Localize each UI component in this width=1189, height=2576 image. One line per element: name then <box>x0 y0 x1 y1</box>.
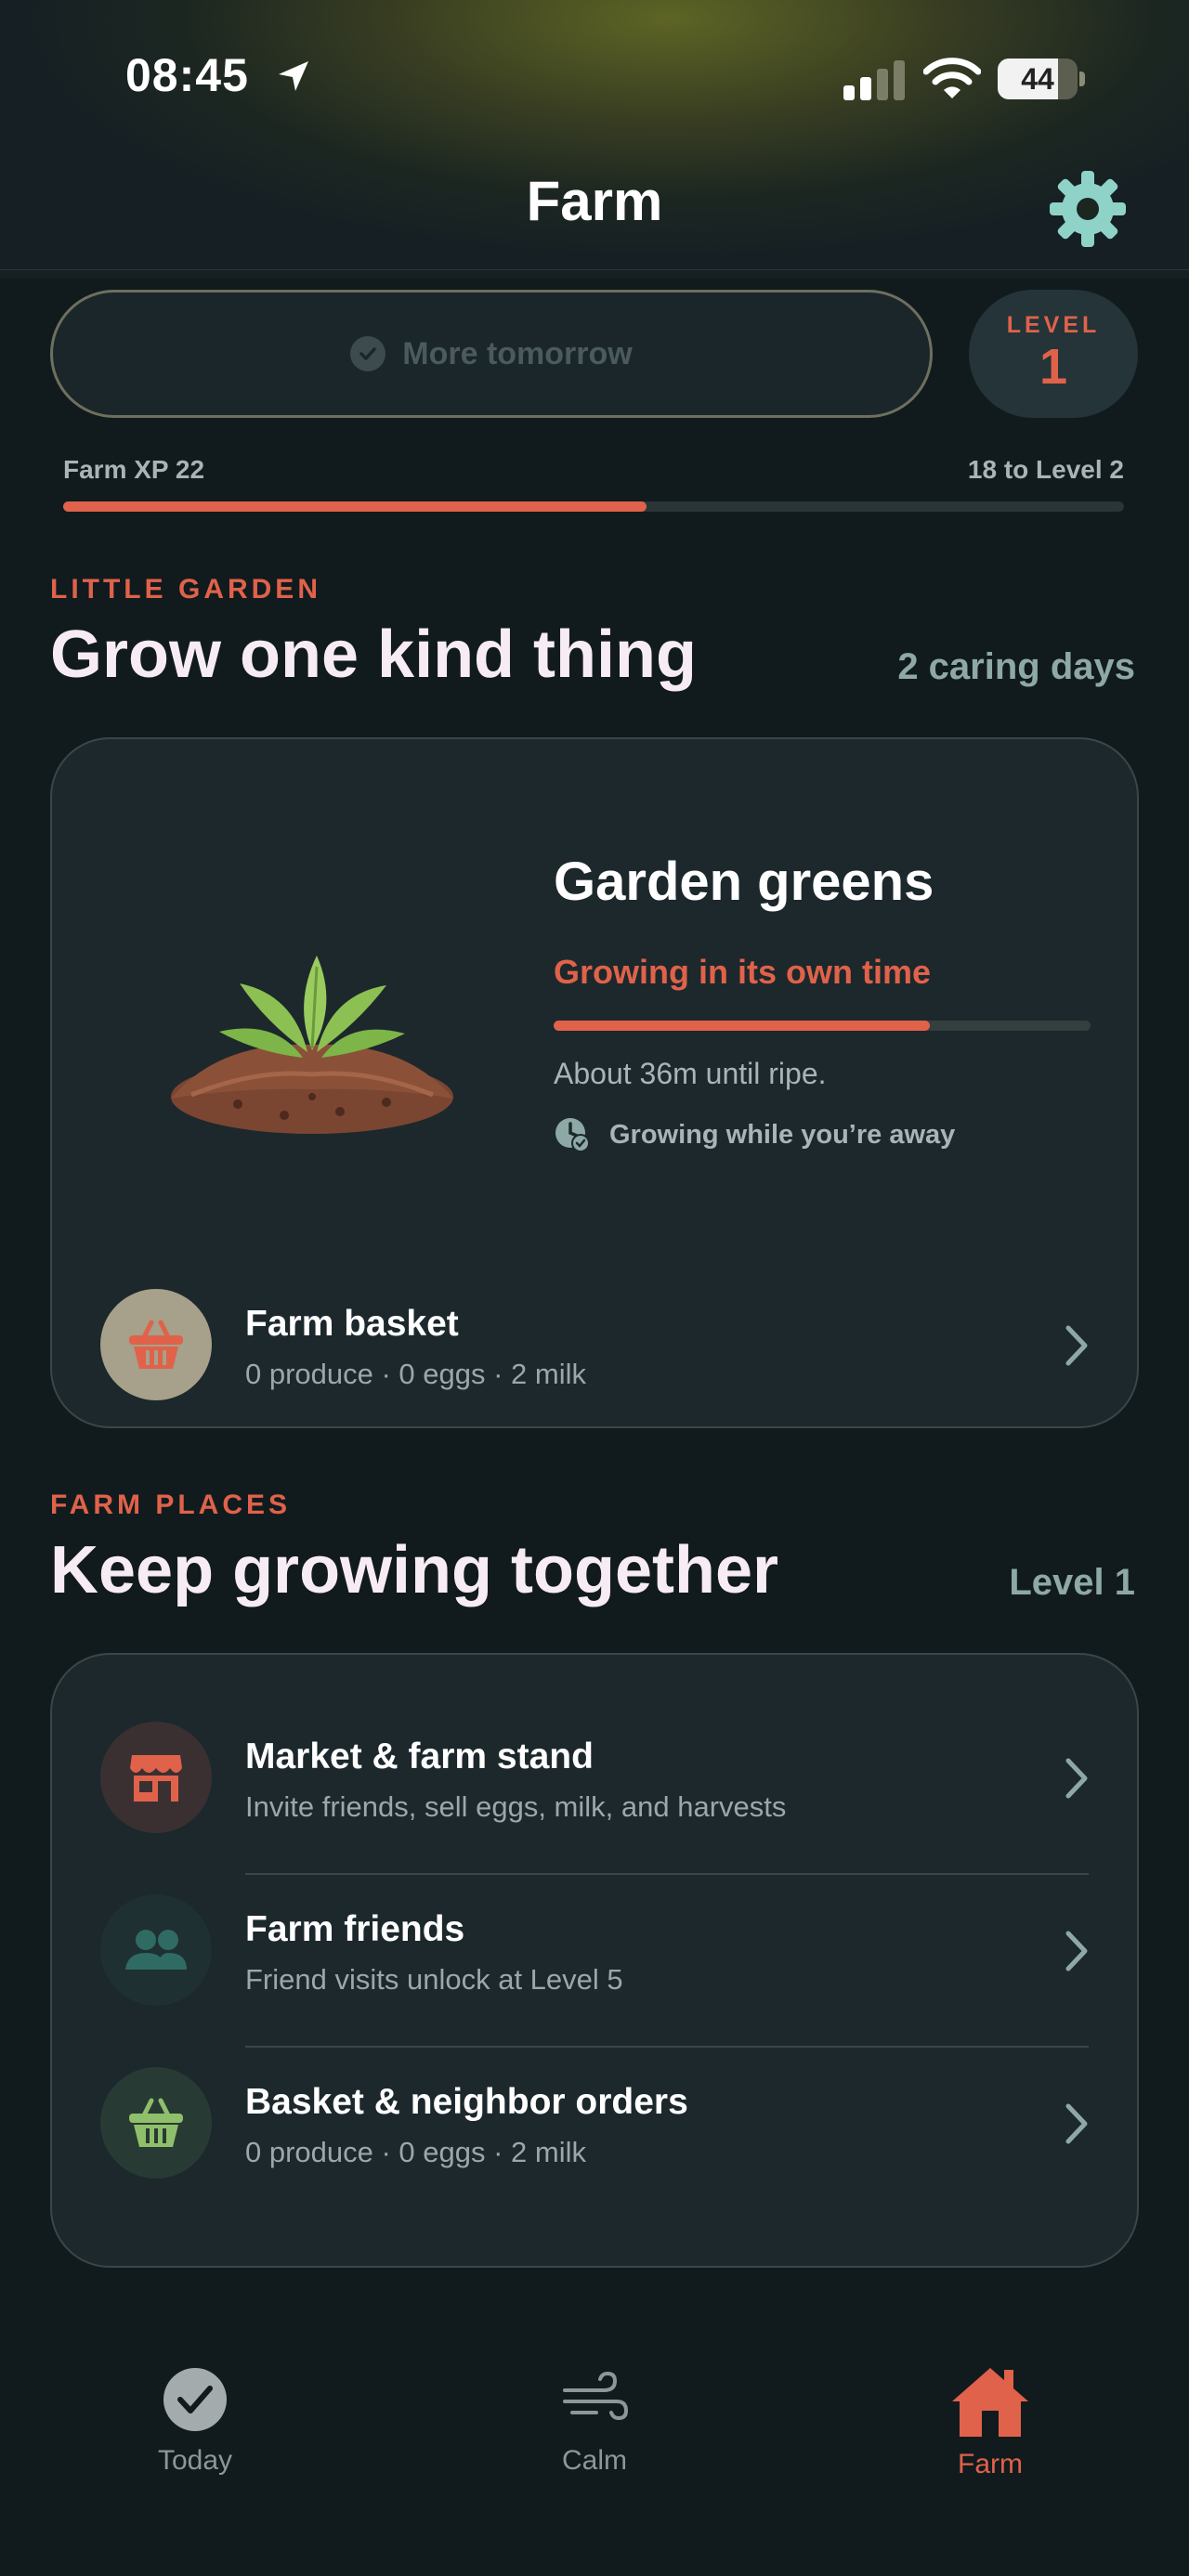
farm-basket-row[interactable]: Farm basket 0 produce · 0 eggs · 2 milk <box>52 1259 1137 1432</box>
garden-greens-plant-icon <box>171 956 453 1134</box>
more-tomorrow-button[interactable]: More tomorrow <box>50 290 933 418</box>
crop-name: Garden greens <box>554 852 934 912</box>
growing-away-note: Growing while you’re away <box>554 1116 955 1153</box>
battery-percentage: 44 <box>1021 62 1054 96</box>
places-level: Level 1 <box>1009 1562 1135 1603</box>
chevron-right-icon <box>1065 1325 1088 1366</box>
tab-farm[interactable]: Farm <box>888 2364 1092 2480</box>
wind-icon <box>563 2371 629 2421</box>
places-eyebrow: FARM PLACES <box>50 1490 292 1520</box>
crop-progress-bar <box>554 1021 1091 1031</box>
tab-farm-label: Farm <box>958 2449 1023 2479</box>
farm-friends-title: Farm friends <box>245 1909 465 1949</box>
wifi-icon <box>923 58 981 98</box>
gear-icon[interactable] <box>1048 169 1128 249</box>
tab-calm-label: Calm <box>561 2445 627 2476</box>
farm-friends-row[interactable]: Farm friends Friend visits unlock at Lev… <box>52 1865 1137 2037</box>
basket-neighbor-orders-row[interactable]: Basket & neighbor orders 0 produce · 0 e… <box>52 2037 1137 2210</box>
cellular-signal-icon <box>843 60 905 100</box>
garden-eyebrow: LITTLE GARDEN <box>50 574 321 605</box>
tab-bar: Today Calm Farm <box>0 2331 1189 2576</box>
market-subtitle: Invite friends, sell eggs, milk, and har… <box>245 1790 787 1823</box>
battery-indicator: 44 <box>998 59 1078 99</box>
garden-title: Grow one kind thing <box>50 618 697 692</box>
farm-xp-label: Farm XP 22 <box>63 455 205 484</box>
market-farm-stand-row[interactable]: Market & farm stand Invite friends, sell… <box>52 1692 1137 1865</box>
caring-days: 2 caring days <box>897 646 1135 687</box>
xp-progress-bar <box>63 501 1124 512</box>
level-badge-label: LEVEL <box>1006 312 1101 338</box>
chevron-right-icon <box>1065 1758 1088 1799</box>
tab-today-label: Today <box>157 2445 233 2476</box>
tab-calm[interactable]: Calm <box>492 2364 697 2477</box>
basket-orders-subtitle: 0 produce · 0 eggs · 2 milk <box>245 2136 587 2168</box>
level-badge-value: 1 <box>1039 339 1068 395</box>
crop-progress-fill <box>554 1021 930 1031</box>
farm-basket-summary: 0 produce · 0 eggs · 2 milk <box>245 1358 587 1390</box>
tab-today[interactable]: Today <box>93 2364 297 2477</box>
basket-icon <box>100 1289 212 1400</box>
battery-cap <box>1079 72 1085 86</box>
farm-friends-subtitle: Friend visits unlock at Level 5 <box>245 1963 623 1996</box>
checkmark-icon <box>350 336 386 371</box>
xp-progress-fill <box>63 501 647 512</box>
status-time: 08:45 <box>125 49 249 101</box>
farm-basket-title: Farm basket <box>245 1304 459 1344</box>
storefront-icon <box>100 1722 212 1833</box>
house-icon <box>952 2368 1028 2437</box>
farm-places-card: Market & farm stand Invite friends, sell… <box>50 1653 1139 2268</box>
xp-to-next-level: 18 to Level 2 <box>967 455 1124 484</box>
people-icon <box>100 1894 212 2006</box>
checkmark-circle-icon <box>163 2368 227 2431</box>
garden-card: Garden greens Growing in its own time Ab… <box>50 737 1139 1428</box>
crop-status: Growing in its own time <box>554 953 932 991</box>
chevron-right-icon <box>1065 2103 1088 2144</box>
location-arrow-icon <box>279 61 308 91</box>
basket-orders-title: Basket & neighbor orders <box>245 2082 688 2122</box>
level-badge: LEVEL 1 <box>969 290 1138 418</box>
crop-eta: About 36m until ripe. <box>554 1057 827 1090</box>
page-title: Farm <box>526 170 663 232</box>
growing-away-label: Growing while you’re away <box>609 1119 956 1150</box>
more-tomorrow-label: More tomorrow <box>402 335 633 371</box>
market-title: Market & farm stand <box>245 1737 594 1776</box>
places-title: Keep growing together <box>50 1533 779 1607</box>
basket-icon <box>100 2067 212 2179</box>
chevron-right-icon <box>1065 1931 1088 1971</box>
clock-check-icon <box>555 1118 590 1152</box>
